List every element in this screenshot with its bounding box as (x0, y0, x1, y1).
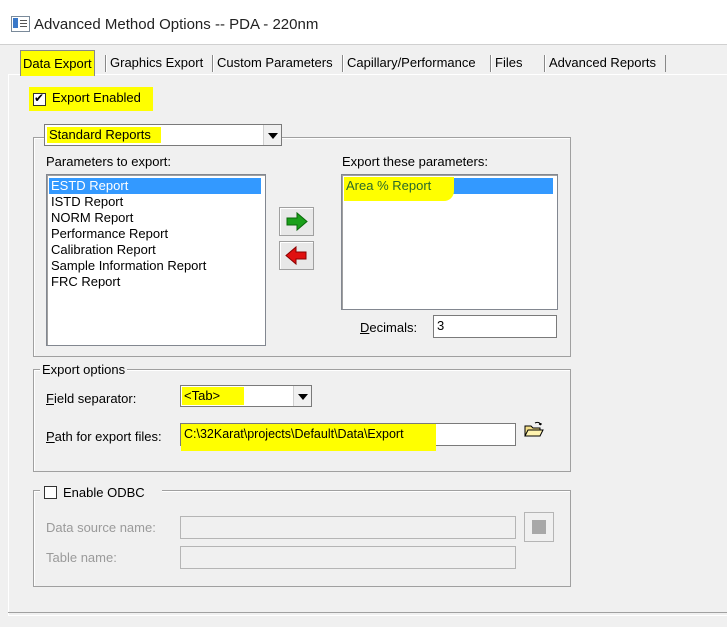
export-these-parameters-label: Export these parameters: (342, 154, 488, 169)
report-type-value: Standard Reports (47, 127, 161, 143)
list-item[interactable]: ISTD Report (49, 194, 123, 210)
data-source-name-label: Data source name: (46, 520, 156, 535)
browse-folder-button[interactable] (522, 420, 545, 440)
red-left-arrow-icon (285, 245, 307, 266)
decimals-value: 3 (437, 318, 445, 333)
export-these-parameters-list[interactable]: Area % Report (341, 174, 558, 310)
export-enabled-label[interactable]: Export Enabled (52, 90, 141, 105)
export-path-value: C:\32Karat\projects\Default\Data\Export (184, 427, 404, 441)
export-options-legend: Export options (40, 362, 128, 377)
tab-custom-parameters[interactable]: Custom Parameters (212, 52, 335, 74)
list-item[interactable]: ESTD Report (49, 178, 261, 194)
tab-end-separator (665, 55, 666, 72)
list-item[interactable]: Performance Report (49, 226, 168, 242)
chevron-down-icon[interactable] (293, 386, 311, 406)
path-for-export-files-label: Path for export files: (46, 429, 162, 444)
open-folder-icon (524, 421, 544, 437)
field-separator-value: <Tab> (182, 387, 244, 405)
tab-advanced-reports[interactable]: Advanced Reports (544, 52, 658, 74)
tab-data-export[interactable]: Data Export (20, 50, 95, 76)
export-enabled-checkbox[interactable]: ✔ (33, 91, 46, 106)
data-source-name-field[interactable] (180, 516, 516, 539)
tab-graphics-export[interactable]: Graphics Export (104, 52, 205, 74)
add-parameter-button[interactable] (279, 207, 314, 236)
decimals-label: Decimals: (360, 320, 418, 335)
data-source-browse-button[interactable] (524, 512, 554, 542)
window-app-icon (11, 16, 30, 32)
tab-capillary-performance[interactable]: Capillary/Performance (342, 52, 478, 74)
parameters-to-export-list[interactable]: ESTD Report ISTD Report NORM Report Perf… (46, 174, 266, 346)
green-right-arrow-icon (286, 211, 308, 232)
table-name-field[interactable] (180, 546, 516, 569)
export-path-field[interactable]: C:\32Karat\projects\Default\Data\Export (180, 423, 516, 451)
window-title: Advanced Method Options -- PDA - 220nm (34, 16, 319, 33)
tab-files[interactable]: Files (489, 52, 524, 74)
chevron-down-icon[interactable] (263, 125, 281, 145)
checkmark-icon: ✔ (34, 91, 45, 105)
decimals-field[interactable]: 3 (433, 315, 557, 338)
advanced-method-options-window: Advanced Method Options -- PDA - 220nm D… (0, 0, 727, 627)
field-separator-dropdown[interactable]: <Tab> (180, 385, 312, 407)
table-name-label: Table name: (46, 550, 117, 565)
enable-odbc-label[interactable]: Enable ODBC (63, 485, 145, 500)
list-item[interactable]: NORM Report (49, 210, 133, 226)
dialog-bottom-separator (8, 612, 727, 616)
list-item[interactable]: Area % Report (344, 178, 431, 194)
field-separator-label: Field separator: (46, 391, 137, 406)
report-type-dropdown[interactable]: Standard Reports (44, 124, 282, 146)
enable-odbc-checkbox[interactable] (44, 486, 57, 499)
disabled-button-icon (532, 520, 546, 534)
title-bar[interactable]: Advanced Method Options -- PDA - 220nm (0, 0, 727, 45)
remove-parameter-button[interactable] (279, 241, 314, 270)
list-item[interactable]: Calibration Report (49, 242, 156, 258)
parameters-to-export-label: Parameters to export: (46, 154, 171, 169)
list-item[interactable]: FRC Report (49, 274, 120, 290)
list-item[interactable]: Sample Information Report (49, 258, 206, 274)
